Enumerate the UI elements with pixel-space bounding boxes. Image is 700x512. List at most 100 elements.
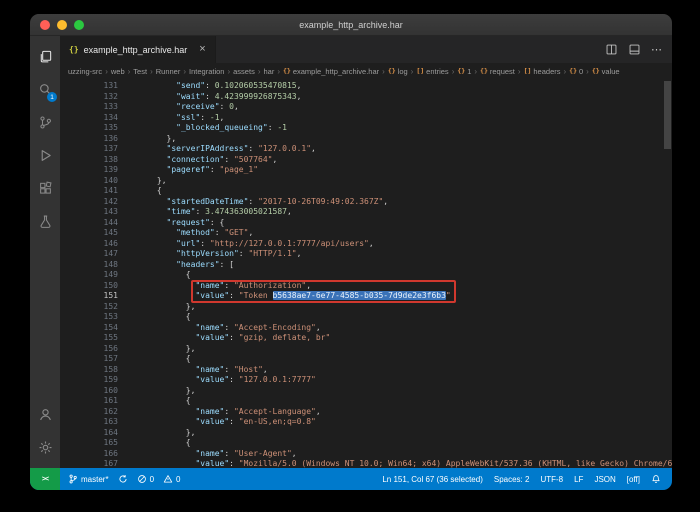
line-number: 148 [60, 260, 118, 271]
breadcrumb-item[interactable]: har [264, 67, 275, 76]
breadcrumb-item[interactable]: {}value [592, 67, 620, 76]
status-label: Spaces: 2 [494, 475, 530, 484]
breadcrumb-item[interactable]: web [111, 67, 125, 76]
breadcrumb-item[interactable]: assets [233, 67, 255, 76]
code-line[interactable]: 145 "method": "GET", [60, 228, 672, 239]
code-line[interactable]: 153 { [60, 312, 672, 323]
status-sync[interactable] [118, 474, 128, 484]
explorer-icon[interactable] [30, 40, 60, 73]
code-line[interactable]: 132 "wait": 4.423999926875343, [60, 92, 672, 103]
editor-scrollbar[interactable] [663, 79, 672, 468]
breadcrumb-item[interactable]: {}request [480, 67, 515, 76]
minimize-window-button[interactable] [57, 20, 67, 30]
breadcrumb-separator: › [258, 67, 261, 76]
status-encoding[interactable]: UTF-8 [540, 475, 563, 484]
code-line[interactable]: 140 }, [60, 176, 672, 187]
code-line[interactable]: 138 "connection": "507764", [60, 155, 672, 166]
line-number: 146 [60, 239, 118, 250]
breadcrumb-item[interactable]: uzzing-src [68, 67, 102, 76]
close-window-button[interactable] [40, 20, 50, 30]
code-line[interactable]: 164 }, [60, 428, 672, 439]
remote-indicator[interactable]: >< [30, 468, 60, 490]
breadcrumb-item[interactable]: Test [133, 67, 147, 76]
code-line[interactable]: 155 "value": "gzip, deflate, br" [60, 333, 672, 344]
code-line[interactable]: 156 }, [60, 344, 672, 355]
code-line[interactable]: 143 "time": 3.474363005021587, [60, 207, 672, 218]
status-cursor-position[interactable]: Ln 151, Col 67 (36 selected) [382, 475, 483, 484]
accounts-icon[interactable] [30, 398, 60, 431]
status-eol[interactable]: LF [574, 475, 583, 484]
breadcrumb-label: value [602, 67, 620, 76]
breadcrumb-item[interactable]: {}example_http_archive.har [283, 67, 379, 76]
more-actions-icon[interactable]: ⋯ [651, 43, 662, 56]
status-errors[interactable]: 0 [137, 474, 154, 484]
layout-icon[interactable] [628, 43, 641, 56]
code-line[interactable]: 144 "request": { [60, 218, 672, 229]
symbol-icon: [] [524, 67, 532, 75]
close-tab-icon[interactable]: × [199, 44, 205, 55]
status-git-branch[interactable]: master* [68, 474, 109, 484]
traffic-lights [30, 20, 84, 30]
status-indentation[interactable]: Spaces: 2 [494, 475, 530, 484]
line-number: 162 [60, 407, 118, 418]
run-debug-icon[interactable] [30, 139, 60, 172]
breadcrumb-label: 0 [579, 67, 583, 76]
breadcrumb-item[interactable]: Runner [156, 67, 181, 76]
code-line[interactable]: 158 "name": "Host", [60, 365, 672, 376]
code-line[interactable]: 162 "name": "Accept-Language", [60, 407, 672, 418]
code-line[interactable]: 163 "value": "en-US,en;q=0.8" [60, 417, 672, 428]
status-language-mode[interactable]: JSON [594, 475, 615, 484]
testing-icon[interactable] [30, 205, 60, 238]
line-number: 135 [60, 123, 118, 134]
code-line[interactable]: 148 "headers": [ [60, 260, 672, 271]
breadcrumb-item[interactable]: {}1 [457, 67, 471, 76]
settings-icon[interactable] [30, 431, 60, 464]
json-file-icon: {} [69, 45, 79, 54]
search-icon[interactable]: 1 [30, 73, 60, 106]
code-line[interactable]: 146 "url": "http://127.0.0.1:7777/api/us… [60, 239, 672, 250]
source-control-icon[interactable] [30, 106, 60, 139]
editor[interactable]: 131 "send": 0.102060535470815,132 "wait"… [60, 79, 672, 468]
extensions-icon[interactable] [30, 172, 60, 205]
code-line[interactable]: 137 "serverIPAddress": "127.0.0.1", [60, 144, 672, 155]
breadcrumb-item[interactable]: []entries [416, 67, 448, 76]
code-line[interactable]: 165 { [60, 438, 672, 449]
status-screencast-mode[interactable]: [off] [627, 475, 640, 484]
line-number: 137 [60, 144, 118, 155]
breadcrumb-item[interactable]: []headers [524, 67, 561, 76]
code-line[interactable]: 136 }, [60, 134, 672, 145]
code-line[interactable]: 135 "_blocked_queueing": -1 [60, 123, 672, 134]
code-line[interactable]: 149 { [60, 270, 672, 281]
code-line[interactable]: 141 { [60, 186, 672, 197]
breadcrumb-item[interactable]: Integration [189, 67, 224, 76]
code-line[interactable]: 157 { [60, 354, 672, 365]
code-line[interactable]: 161 { [60, 396, 672, 407]
breadcrumb-separator: › [411, 67, 414, 76]
code-line[interactable]: 154 "name": "Accept-Encoding", [60, 323, 672, 334]
code-line[interactable]: 147 "httpVersion": "HTTP/1.1", [60, 249, 672, 260]
maximize-window-button[interactable] [74, 20, 84, 30]
code-line[interactable]: 166 "name": "User-Agent", [60, 449, 672, 460]
code-line[interactable]: 152 }, [60, 302, 672, 313]
branch-icon [68, 474, 78, 484]
code-line[interactable]: 133 "receive": 0, [60, 102, 672, 113]
code-line[interactable]: 142 "startedDateTime": "2017-10-26T09:49… [60, 197, 672, 208]
tab-example-http-archive[interactable]: {} example_http_archive.har × [60, 36, 216, 63]
scrollbar-thumb[interactable] [664, 81, 671, 149]
status-warnings[interactable]: 0 [163, 474, 180, 484]
code-line[interactable]: 134 "ssl": -1, [60, 113, 672, 124]
code-line[interactable]: 167 "value": "Mozilla/5.0 (Windows NT 10… [60, 459, 672, 468]
code-line[interactable]: 150 "name": "Authorization", [60, 281, 672, 292]
status-notifications[interactable] [651, 474, 661, 484]
code-line[interactable]: 160 }, [60, 386, 672, 397]
code-line[interactable]: 159 "value": "127.0.0.1:7777" [60, 375, 672, 386]
breadcrumb-item[interactable]: {}log [388, 67, 408, 76]
code-line[interactable]: 139 "pageref": "page_1" [60, 165, 672, 176]
window-title: example_http_archive.har [30, 20, 672, 30]
split-editor-icon[interactable] [605, 43, 618, 56]
code-line[interactable]: 151 "value": "Token b5638ae7-6e77-4585-b… [60, 291, 672, 302]
title-bar[interactable]: example_http_archive.har [30, 14, 672, 36]
breadcrumb-separator: › [518, 67, 521, 76]
breadcrumb-item[interactable]: {}0 [569, 67, 583, 76]
code-line[interactable]: 131 "send": 0.102060535470815, [60, 81, 672, 92]
